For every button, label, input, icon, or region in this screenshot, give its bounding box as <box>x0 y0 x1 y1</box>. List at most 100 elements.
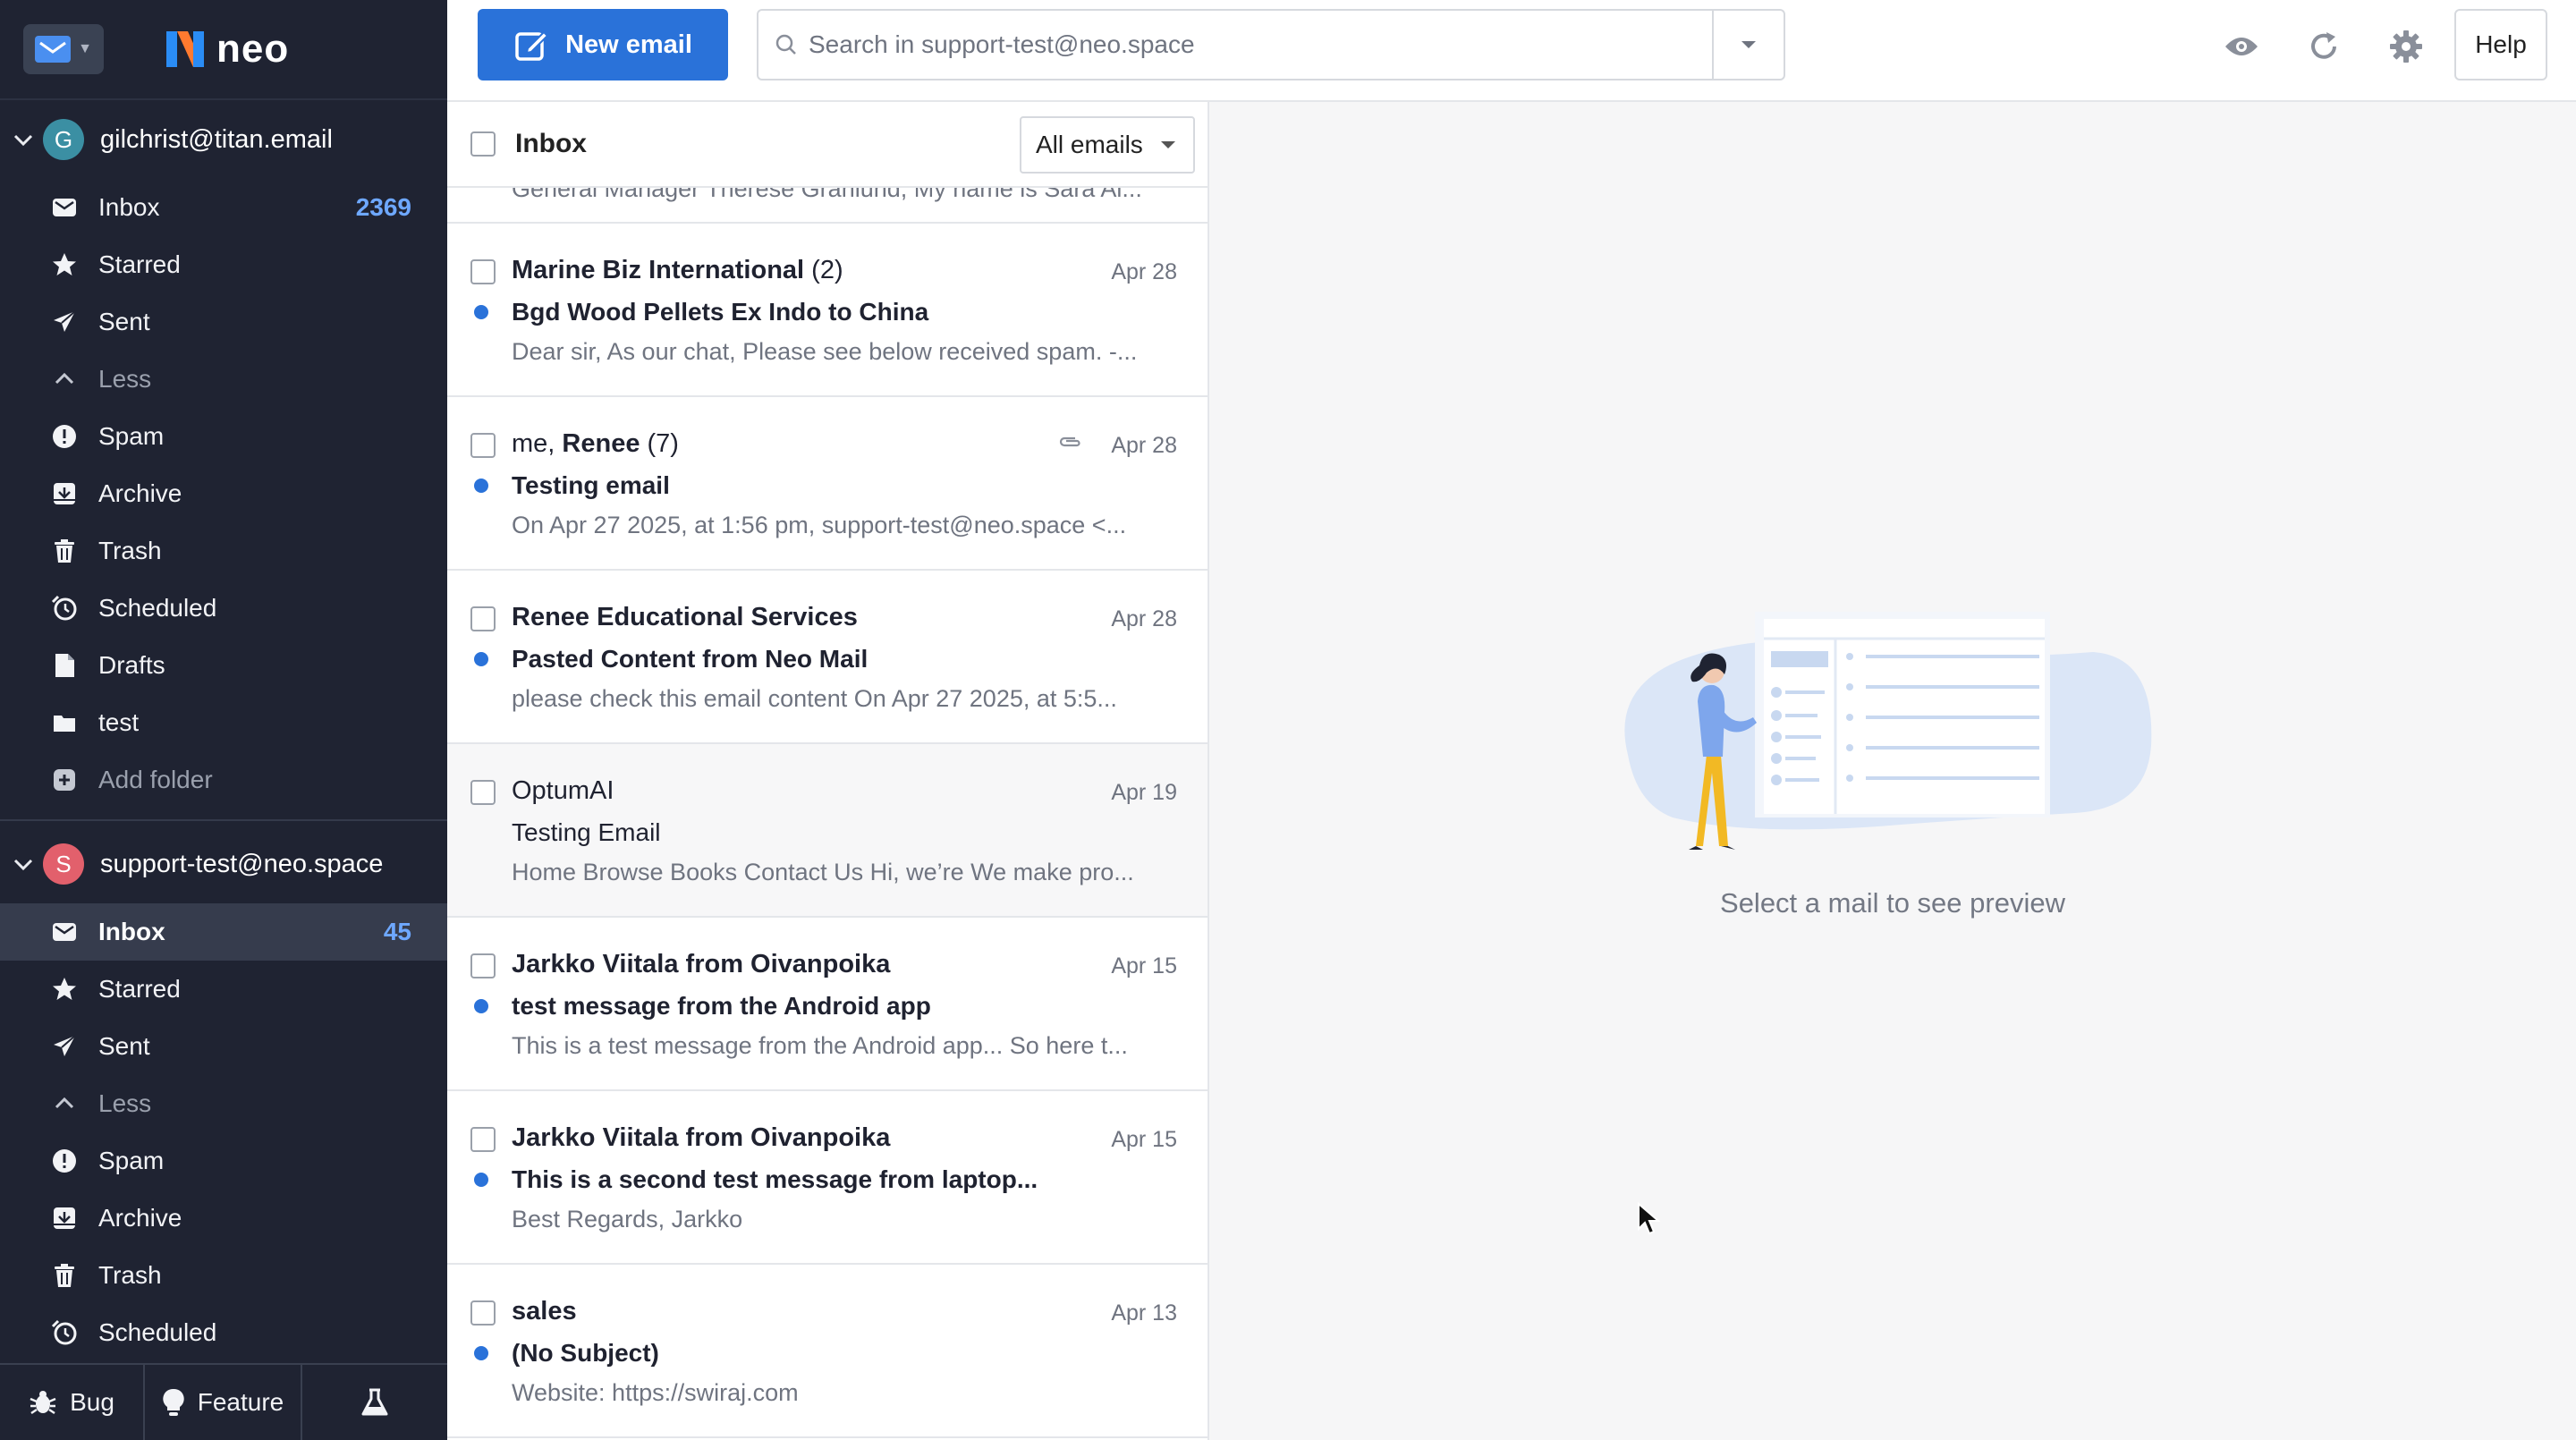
email-snippet: Dear sir, As our chat, Please see below … <box>512 338 1138 365</box>
search-options-button[interactable] <box>1712 10 1784 80</box>
folder-archive[interactable]: Archive <box>0 465 447 522</box>
unread-dot <box>474 305 488 319</box>
refresh-button[interactable] <box>2302 25 2345 68</box>
folder-add-folder[interactable]: Add folder <box>0 751 447 809</box>
mail-app-icon <box>35 36 72 63</box>
sender-name: Renee Educational Services <box>512 603 858 631</box>
new-email-button[interactable]: New email <box>478 9 728 80</box>
archive-icon <box>54 483 75 504</box>
empty-preview-illustration <box>1624 612 2152 850</box>
folder-starred[interactable]: Starred <box>0 236 447 293</box>
folder-label: Spam <box>98 422 165 450</box>
email-row[interactable]: Marine Biz International (2) Apr 28 Bgd Wo… <box>447 224 1208 397</box>
email-sender: Marine Biz International (2) <box>512 256 843 285</box>
email-checkbox[interactable] <box>470 953 496 978</box>
folder-test[interactable]: test <box>0 694 447 751</box>
email-checkbox[interactable] <box>470 433 496 458</box>
app-switcher[interactable]: ▼ <box>23 24 104 74</box>
email-snippet: On Apr 27 2025, at 1:56 pm, support-test… <box>512 512 1127 538</box>
account-avatar: S <box>43 843 84 885</box>
partial-email-row[interactable]: General Manager Therese Granlund, My nam… <box>447 188 1208 224</box>
email-checkbox[interactable] <box>470 606 496 631</box>
search-input[interactable] <box>809 30 1712 59</box>
email-checkbox[interactable] <box>470 780 496 805</box>
folder-scheduled[interactable]: Scheduled <box>0 580 447 637</box>
logo-text: neo <box>216 27 290 71</box>
settings-button[interactable] <box>2385 25 2428 68</box>
request-feature-button[interactable]: Feature <box>145 1365 302 1440</box>
report-bug-button[interactable]: Bug <box>0 1365 145 1440</box>
filter-label: All emails <box>1036 131 1143 158</box>
email-filter-dropdown[interactable]: All emails <box>1020 116 1195 174</box>
folder-label: Trash <box>98 537 162 564</box>
email-sender: me, Renee (7) <box>512 429 679 459</box>
mail-list: Inbox All emails General Manager Therese… <box>447 102 1209 1440</box>
sidebar-header: ▼ neo <box>0 0 447 100</box>
folder-label: Less <box>98 1089 152 1117</box>
neo-logo-mark-icon <box>166 31 204 67</box>
email-checkbox[interactable] <box>470 259 496 284</box>
preview-toggle-button[interactable] <box>2220 25 2263 68</box>
folder-scheduled[interactable]: Scheduled <box>0 1304 447 1361</box>
folder-label: Less <box>98 365 152 393</box>
spam-icon <box>53 425 76 448</box>
email-sender: OptumAI <box>512 776 614 806</box>
folder-sent[interactable]: Sent <box>0 1018 447 1075</box>
bug-label: Bug <box>70 1388 114 1416</box>
account-header[interactable]: G gilchrist@titan.email <box>0 100 447 179</box>
empty-preview-text: Select a mail to see preview <box>1720 887 2065 919</box>
email-row[interactable]: Jarkko Viitala from Oivanpoika Apr 15 This… <box>447 1091 1208 1265</box>
sender-name: OptumAI <box>512 776 614 805</box>
email-sender: sales <box>512 1297 577 1326</box>
email-subject: Bgd Wood Pellets Ex Indo to China <box>512 298 929 326</box>
sender-name: Renee <box>562 429 640 458</box>
email-row[interactable]: sales Apr 13 (No Subject) Website: https://… <box>447 1265 1208 1438</box>
email-row[interactable]: me, Renee (7) Apr 28 Testing email On Apr 2… <box>447 397 1208 571</box>
list-title: Inbox <box>515 129 587 158</box>
folder-trash[interactable]: Trash <box>0 522 447 580</box>
account-header[interactable]: S support-test@neo.space <box>0 825 447 903</box>
folder-label: Archive <box>98 479 182 507</box>
email-sender: Renee Educational Services <box>512 603 858 632</box>
folder-icon-wrap <box>50 193 79 222</box>
email-date: Apr 13 <box>1111 1300 1177 1326</box>
select-all-checkbox[interactable] <box>470 131 496 157</box>
folder-spam[interactable]: Spam <box>0 1132 447 1190</box>
folder-icon-wrap <box>50 1147 79 1175</box>
folder-starred[interactable]: Starred <box>0 961 447 1018</box>
refresh-icon <box>2311 32 2336 59</box>
folder-less[interactable]: Less <box>0 1075 447 1132</box>
email-rows: Marine Biz International (2) Apr 28 Bgd Wo… <box>447 224 1208 1438</box>
folder-icon-wrap <box>50 537 79 565</box>
folder-label: Inbox <box>98 193 160 221</box>
unread-count: 45 <box>383 918 411 945</box>
search-icon <box>775 34 796 55</box>
folder-inbox[interactable]: Inbox 45 <box>0 903 447 961</box>
folder-label: Sent <box>98 308 150 335</box>
neo-logo: neo <box>163 27 289 72</box>
email-row[interactable]: Renee Educational Services Apr 28 Pasted C… <box>447 571 1208 744</box>
bug-icon <box>30 1391 56 1415</box>
labs-button[interactable] <box>302 1365 447 1440</box>
new-email-label: New email <box>565 30 692 59</box>
chevron-up-icon <box>55 372 74 385</box>
add-folder-icon <box>54 769 75 791</box>
folder-less[interactable]: Less <box>0 351 447 408</box>
email-checkbox[interactable] <box>470 1300 496 1326</box>
folder-archive[interactable]: Archive <box>0 1190 447 1247</box>
folder-spam[interactable]: Spam <box>0 408 447 465</box>
email-row[interactable]: Jarkko Viitala from Oivanpoika Apr 15 test… <box>447 918 1208 1091</box>
unread-dot <box>474 652 488 666</box>
account-list: G gilchrist@titan.email Inbox 2369 Starr… <box>0 100 447 1361</box>
email-checkbox[interactable] <box>470 1127 496 1152</box>
folder-sent[interactable]: Sent <box>0 293 447 351</box>
folder-inbox[interactable]: Inbox 2369 <box>0 179 447 236</box>
folder-trash[interactable]: Trash <box>0 1247 447 1304</box>
send-icon <box>54 310 76 332</box>
folder-label: Scheduled <box>98 594 217 622</box>
folder-drafts[interactable]: Drafts <box>0 637 447 694</box>
email-subject: Testing Email <box>512 818 661 846</box>
help-button[interactable]: Help <box>2454 9 2547 80</box>
email-row[interactable]: OptumAI Apr 19 Testing Email Home Browse Bo… <box>447 744 1208 918</box>
chevron-down-icon <box>13 859 33 871</box>
